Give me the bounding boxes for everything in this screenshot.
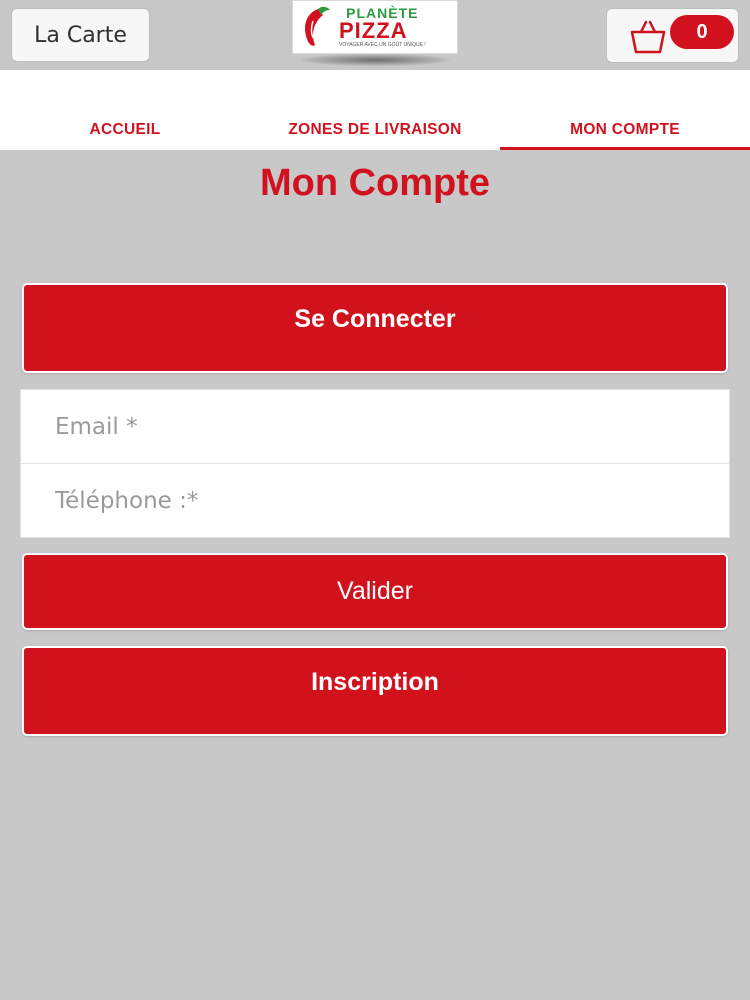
signup-button[interactable]: Inscription [22,646,728,736]
main-tabs: ACCUEIL ZONES DE LIVRAISON MON COMPTE [0,70,750,150]
menu-button[interactable]: La Carte [11,8,150,62]
tab-accueil[interactable]: ACCUEIL [0,70,250,150]
tab-mon-compte[interactable]: MON COMPTE [500,70,750,150]
shopping-bag-icon [630,20,666,54]
app-header: La Carte PLANÈTE PIZZA VOYAGER AVEC UN G… [0,0,750,70]
pepper-logo-icon [305,6,330,46]
logo-tagline: VOYAGER AVEC UN GOÛT UNIQUE ! [339,42,426,48]
cart-count-badge: 0 [670,15,734,49]
brand-logo[interactable]: PLANÈTE PIZZA VOYAGER AVEC UN GOÛT UNIQU… [292,0,458,54]
tab-zones-de-livraison[interactable]: ZONES DE LIVRAISON [250,70,500,150]
validate-button[interactable]: Valider [22,553,728,630]
phone-field[interactable] [21,464,729,538]
logo-line2: PIZZA [339,18,408,43]
connect-button[interactable]: Se Connecter [22,283,728,373]
email-field[interactable] [21,390,729,464]
logo-wordmark: PLANÈTE PIZZA VOYAGER AVEC UN GOÛT UNIQU… [339,6,426,48]
login-form [20,389,730,538]
logo-shadow [300,54,450,66]
page-title: Mon Compte [259,162,491,204]
